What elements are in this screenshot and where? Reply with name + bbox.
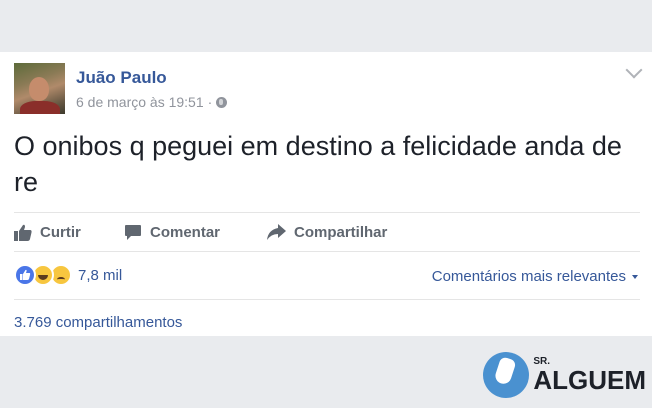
action-bar: Curtir Comentar Compartilhar [14,212,640,252]
hand-icon [483,352,530,398]
thumbs-up-icon [14,224,32,241]
avatar[interactable] [14,63,65,114]
avatar-shirt [20,101,60,114]
comment-icon [125,224,141,240]
reactions-summary[interactable]: 7,8 mil [14,264,122,286]
comments-filter-label: Comentários mais relevantes [431,268,626,285]
logo-text: SR. ALGUEM [533,357,646,395]
watermark-logo: SR. ALGUEM [483,352,646,398]
like-icon [14,264,36,286]
share-arrow-icon [267,224,286,240]
chevron-down-icon[interactable] [625,61,643,79]
logo-name: ALGUEM [533,365,646,395]
share-label: Compartilhar [294,223,388,241]
divider [14,299,640,300]
author-name[interactable]: Juão Paulo [76,68,167,88]
like-label: Curtir [40,223,81,241]
share-button[interactable]: Compartilhar [266,213,387,251]
globe-icon[interactable] [216,96,228,108]
like-button[interactable]: Curtir [14,213,81,251]
avatar-face [29,77,49,101]
post-text: O onibos q peguei em destino a felicidad… [14,131,622,197]
comments-filter-dropdown[interactable]: Comentários mais relevantes [432,268,638,285]
reaction-count: 7,8 mil [78,266,123,284]
caret-down-icon [632,274,638,279]
shares-count[interactable]: 3.769 compartilhamentos [14,314,182,331]
thumbs-up-icon [20,269,31,280]
meta-separator: · [207,94,213,110]
comment-button[interactable]: Comentar [124,213,220,251]
post-timestamp[interactable]: 6 de março às 19:51 [76,94,204,110]
post-card: Juão Paulo 6 de março às 19:51 · O onibo… [0,52,652,336]
comment-label: Comentar [150,223,221,241]
post-meta: 6 de março às 19:51 · [76,94,228,110]
